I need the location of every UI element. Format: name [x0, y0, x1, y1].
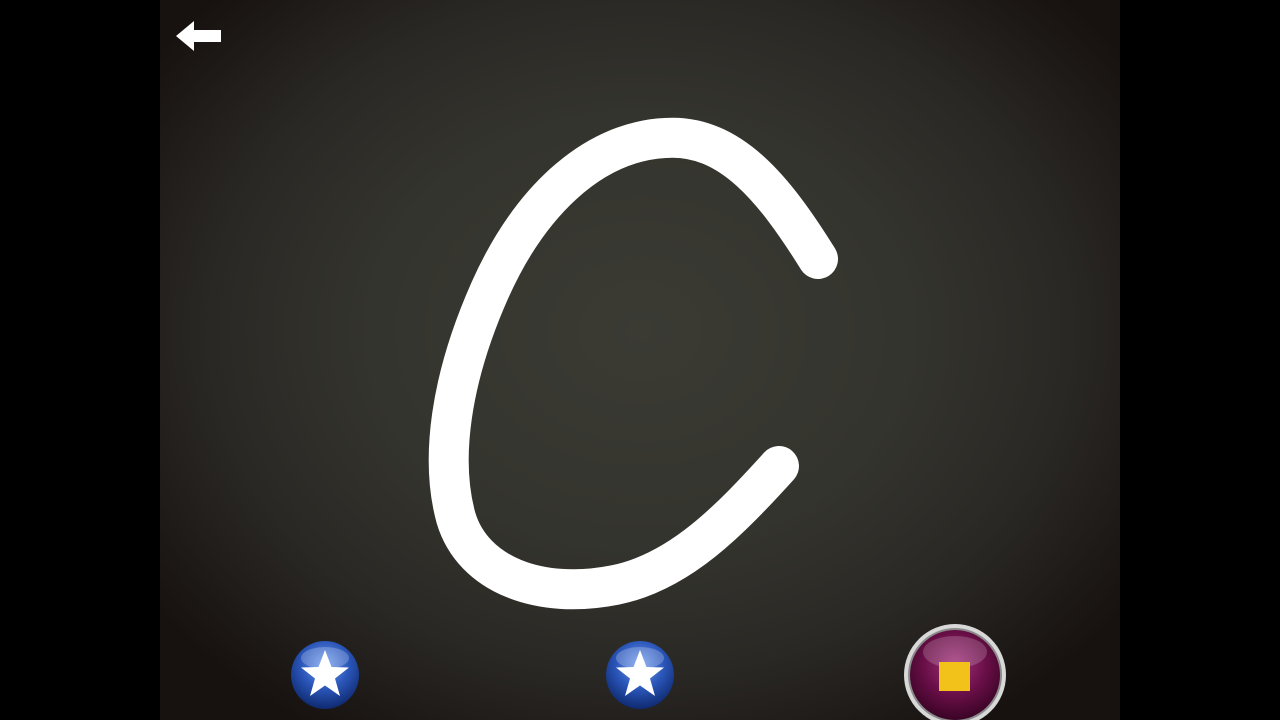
letter-tracing-area[interactable] — [160, 0, 1120, 720]
star-icon — [606, 641, 674, 709]
traced-letter-stroke — [428, 117, 838, 610]
stop-icon — [904, 624, 1006, 720]
chalkboard — [160, 0, 1120, 720]
star-button[interactable] — [290, 640, 360, 710]
app-screen — [0, 0, 1280, 720]
star-button[interactable] — [605, 640, 675, 710]
stop-button[interactable] — [902, 622, 1008, 720]
star-icon — [291, 641, 359, 709]
